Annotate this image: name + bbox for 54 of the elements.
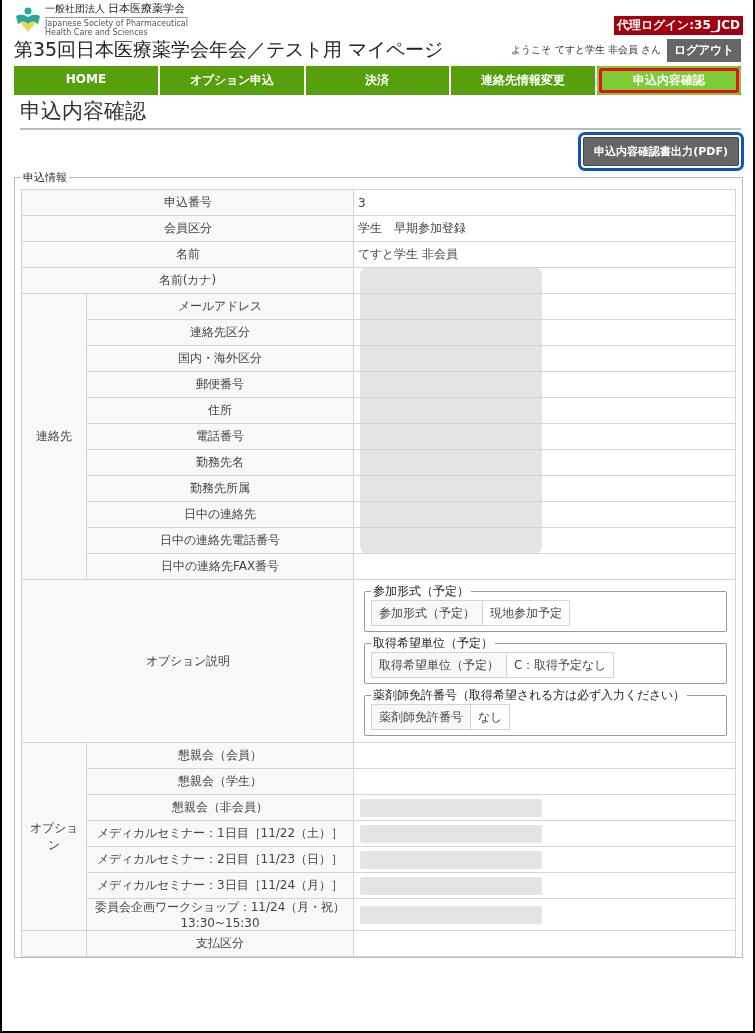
proxy-login-badge: 代理ログイン:35_JCD <box>614 16 743 35</box>
field-label: メディカルセミナー：1日目［11/22（土）］ <box>96 826 344 840</box>
field-label: メールアドレス <box>178 299 262 313</box>
group-label: 連絡先 <box>36 429 72 443</box>
field-label: 申込番号 <box>163 195 212 209</box>
option-value: C：取得予定なし <box>514 657 607 672</box>
option-value: 現地参加予定 <box>490 605 562 620</box>
field-value: 3 <box>358 195 366 210</box>
field-label: 名前(カナ) <box>158 273 217 287</box>
field-label: 国内・海外区分 <box>178 351 262 365</box>
field-label: メディカルセミナー：2日目［11/23（日）］ <box>96 852 344 866</box>
page-heading: 申込内容確認 <box>20 97 741 130</box>
nav-tab[interactable]: 連絡先情報変更 <box>451 66 598 95</box>
logo-text: Japanese Society of Pharmaceutical <box>45 18 188 28</box>
logo-text: 日本医療薬学会 <box>108 3 185 16</box>
option-legend: 取得希望単位（予定） <box>371 635 495 652</box>
logout-button[interactable]: ログアウト <box>667 38 741 62</box>
option-value: なし <box>478 709 502 724</box>
field-label: 電話番号 <box>196 429 244 443</box>
site-title: 第35回日本医療薬学会年会／テスト用 マイページ <box>14 37 444 62</box>
logo-text: 一般社団法人 <box>45 3 105 15</box>
field-label: メディカルセミナー：3日目［11/24（月）］ <box>96 878 344 892</box>
field-value: てすと学生 非会員 <box>358 247 458 261</box>
logo-text: Health Care and Sciences <box>45 27 149 37</box>
field-label: 支払区分 <box>196 936 244 950</box>
field-label: 委員会企画ワークショップ：11/24（月・祝）13:30~15:30 <box>94 900 346 930</box>
nav-tab[interactable]: HOME <box>14 66 160 95</box>
field-label: 会員区分 <box>163 221 212 235</box>
field-label: 住所 <box>208 403 232 417</box>
field-label: 日中の連絡先FAX番号 <box>160 559 280 573</box>
nav-tab[interactable]: 申込内容確認 <box>597 66 741 95</box>
logo-icon <box>14 7 42 33</box>
field-label: 懇親会（学生） <box>178 774 262 788</box>
field-value: 学生 早期参加登録 <box>358 221 466 235</box>
option-legend: 参加形式（予定） <box>371 583 471 600</box>
field-label: 懇親会（会員） <box>178 748 262 762</box>
welcome-text: ようこそ てすと学生 非会員 さん <box>511 43 661 57</box>
field-label: 日中の連絡先 <box>184 507 256 521</box>
field-label: 名前 <box>175 247 200 261</box>
field-label: 日中の連絡先電話番号 <box>160 533 280 547</box>
nav-tab[interactable]: 決済 <box>305 66 452 95</box>
field-label: 郵便番号 <box>196 377 244 391</box>
section-legend: 申込情報 <box>21 170 69 185</box>
field-label: 勤務先所属 <box>190 481 250 495</box>
field-label: 懇親会（非会員） <box>172 800 268 814</box>
field-label: オプション説明 <box>145 653 230 668</box>
option-label: 薬剤師免許番号 <box>379 709 463 724</box>
option-label: 参加形式（予定） <box>379 605 475 620</box>
nav-tab[interactable]: オプション申込 <box>159 66 306 95</box>
group-label: オプション <box>30 820 78 852</box>
field-label: 勤務先名 <box>196 455 244 469</box>
option-label: 取得希望単位（予定） <box>379 657 499 672</box>
option-legend: 薬剤師免許番号（取得希望される方は必ず入力ください） <box>371 687 687 704</box>
field-label: 連絡先区分 <box>190 325 250 339</box>
